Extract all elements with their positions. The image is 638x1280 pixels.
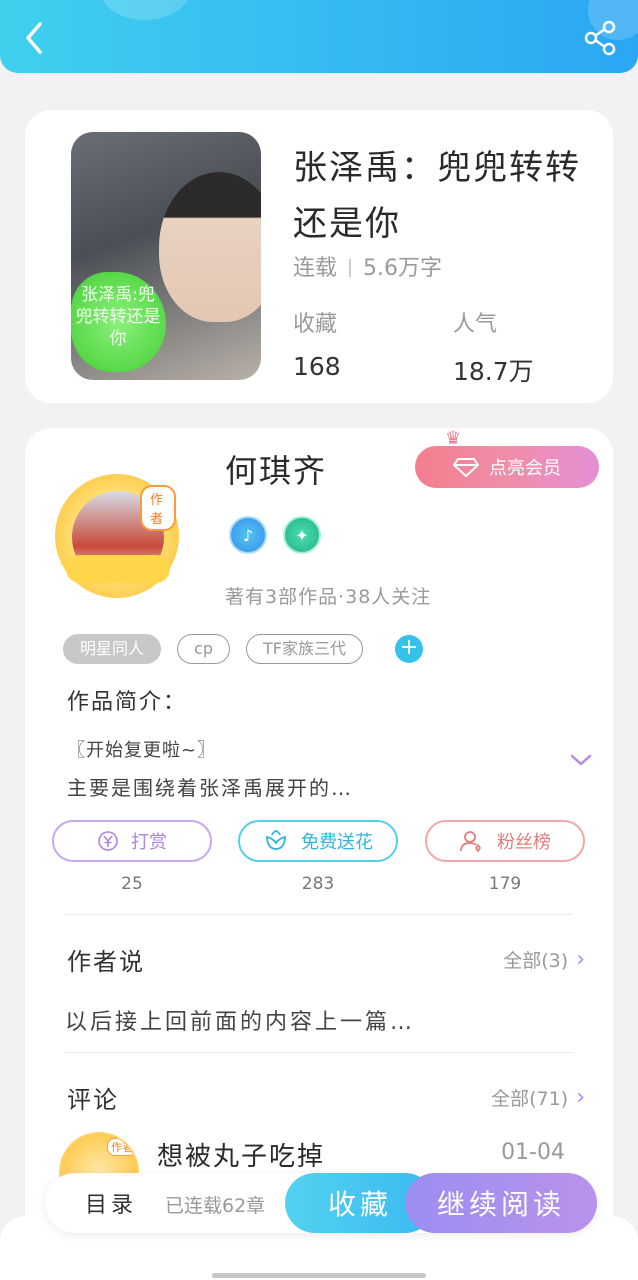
- diamond-icon: [453, 458, 479, 477]
- handshake-badge-icon[interactable]: ✦: [283, 516, 321, 554]
- author-say-content[interactable]: 以后接上回前面的内容上一篇…: [65, 1004, 415, 1036]
- chevron-left-icon: [26, 22, 42, 54]
- book-info-card: 张泽禹:兜兜转转还是你 张泽禹：兜兜转转还是你 连载 5.6万字 收藏 168 人…: [25, 110, 613, 403]
- stat-label: 人气: [453, 312, 498, 337]
- comment-author-badge: 作者: [107, 1138, 137, 1156]
- continue-reading-button[interactable]: 继续阅读: [405, 1173, 597, 1233]
- yen-icon: [98, 831, 118, 851]
- bottom-action-bar: 目录 已连载62章 收藏 继续阅读: [45, 1173, 597, 1233]
- fans-ranking-button[interactable]: 粉丝榜: [425, 820, 585, 862]
- vip-button[interactable]: 点亮会员: [415, 446, 599, 488]
- add-tag-button[interactable]: +: [394, 635, 423, 663]
- stat-favorites: 收藏 168: [293, 306, 341, 381]
- back-button[interactable]: [18, 18, 54, 58]
- share-button[interactable]: [580, 18, 620, 58]
- share-icon: [584, 20, 616, 56]
- intro-text: 〖开始复更啦~〗: [67, 740, 217, 761]
- author-say-all-link[interactable]: 全部(3) ›: [503, 946, 585, 973]
- tag-list: 明星同人 cp TF家族三代 +: [63, 634, 423, 664]
- author-avatar[interactable]: 作者: [55, 474, 179, 598]
- flower-icon: [266, 830, 286, 850]
- flower-count: 283: [301, 874, 335, 894]
- reward-label: 打赏: [131, 832, 167, 853]
- header-decoration: [100, 0, 190, 20]
- stat-value: 168: [293, 352, 341, 381]
- comments-all-label: 全部(71): [491, 1088, 569, 1110]
- tag-item[interactable]: 明星同人: [63, 634, 162, 664]
- author-say-title: 作者说: [67, 948, 145, 976]
- comments-all-link[interactable]: 全部(71) ›: [491, 1084, 585, 1111]
- stat-value: 18.7万: [453, 357, 534, 386]
- book-cover[interactable]: 张泽禹:兜兜转转还是你: [71, 132, 261, 380]
- chapter-count: 已连载62章: [165, 1195, 266, 1217]
- vip-label: 点亮会员: [489, 458, 561, 479]
- send-flower-label: 免费送花: [301, 832, 373, 853]
- fans-ranking-label: 粉丝榜: [497, 832, 551, 853]
- author-meta: 著有3部作品·38人关注: [225, 586, 432, 608]
- send-flower-button[interactable]: 免费送花: [238, 820, 398, 862]
- author-card: 作者 何琪齐 ♛ 点亮会员 ♪ ✦ 著有3部作品·38人关注 明星同人 cp T…: [25, 428, 613, 1280]
- fans-icon: [460, 831, 481, 853]
- tag-item[interactable]: TF家族三代: [245, 634, 363, 664]
- serial-status: 连载: [293, 256, 338, 281]
- toc-button[interactable]: 目录: [85, 1187, 137, 1219]
- author-role-badge: 作者: [140, 485, 176, 531]
- expand-intro-button[interactable]: [569, 750, 593, 770]
- cover-title-text: 张泽禹:兜兜转转还是你: [75, 285, 161, 349]
- fans-count: 179: [488, 874, 522, 894]
- reward-count: 25: [121, 874, 143, 894]
- cover-portrait: [159, 172, 261, 322]
- stat-popularity: 人气 18.7万: [453, 306, 534, 388]
- reward-button[interactable]: 打赏: [52, 820, 212, 862]
- author-name[interactable]: 何琪齐: [225, 446, 327, 492]
- section-divider: [65, 1052, 573, 1053]
- comment-date: 01-04: [501, 1140, 565, 1165]
- avatar-ribbon: [66, 555, 170, 583]
- chevron-down-icon: [570, 754, 592, 766]
- tag-item[interactable]: cp: [177, 634, 230, 664]
- section-divider: [65, 914, 573, 915]
- music-badge-icon[interactable]: ♪: [229, 516, 267, 554]
- status-divider: [349, 259, 352, 277]
- chevron-right-icon: ›: [576, 1085, 585, 1110]
- chevron-right-icon: ›: [576, 947, 585, 972]
- comment-username[interactable]: 想被丸子吃掉: [157, 1136, 325, 1173]
- book-title: 张泽禹：兜兜转转还是你: [293, 148, 581, 244]
- author-say-all-label: 全部(3): [503, 950, 569, 972]
- word-count: 5.6万字: [363, 256, 443, 281]
- comments-title: 评论: [67, 1086, 119, 1114]
- stat-label: 收藏: [293, 312, 338, 337]
- intro-label: 作品简介：: [67, 690, 188, 715]
- book-status: 连载 5.6万字: [293, 250, 442, 282]
- intro-text: 主要是围绕着张泽禹展开的…: [67, 776, 353, 800]
- home-indicator[interactable]: [212, 1273, 426, 1278]
- header-bar: [0, 0, 638, 73]
